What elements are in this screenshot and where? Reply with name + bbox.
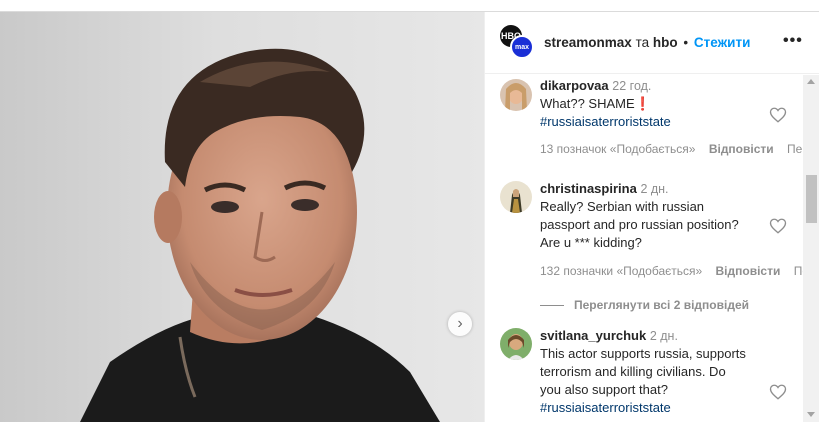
comment-body: christinaspirina 2 дн. Really? Serbian w… — [540, 180, 770, 252]
heart-icon[interactable] — [769, 217, 787, 235]
like-count[interactable]: 13 позначок «Подобається» — [540, 142, 695, 156]
chevron-right-icon: › — [457, 315, 463, 332]
author-username[interactable]: streamonmax — [544, 35, 632, 50]
avatar[interactable]: HBO max — [500, 25, 534, 59]
replies-divider — [540, 305, 564, 307]
comment-username[interactable]: dikarpovaa — [540, 78, 609, 93]
view-replies-button[interactable]: Переглянути всі 2 відповідей — [540, 298, 749, 312]
like-count[interactable]: 132 позначки «Подобається» — [540, 264, 702, 278]
avatar[interactable] — [500, 79, 532, 111]
instagram-post-modal: › HBO max streamonmax та hbo • Стежити •… — [0, 0, 819, 422]
heart-icon[interactable] — [769, 106, 787, 124]
reply-button[interactable]: Відповісти — [716, 264, 781, 278]
comment-time[interactable]: 22 год. — [612, 79, 651, 93]
avatar[interactable] — [500, 181, 532, 213]
comment-text-line: Are u *** kidding? — [540, 235, 642, 250]
hashtag-link[interactable]: #russiaisaterroriststate — [540, 400, 671, 415]
comment-time[interactable]: 2 дн. — [650, 329, 678, 343]
comment-item: dikarpovaa 22 год. What?? SHAME❗ #russia… — [485, 75, 803, 170]
hashtag-link[interactable]: #russiaisaterroriststate — [540, 114, 671, 129]
comment-username[interactable]: christinaspirina — [540, 181, 637, 196]
comment-meta: 132 позначки «Подобається» Відповісти Пе — [540, 264, 803, 278]
view-replies-label: Переглянути всі 2 відповідей — [574, 298, 749, 312]
coauthor-username[interactable]: hbo — [653, 35, 678, 50]
scroll-up-arrow-icon[interactable] — [807, 79, 815, 84]
exclamation-emoji: ❗ — [634, 96, 651, 111]
comment-text-line: Really? Serbian with russian — [540, 199, 705, 214]
comment-time[interactable]: 2 дн. — [640, 182, 668, 196]
post-author-line: streamonmax та hbo • Стежити — [544, 35, 750, 50]
more-options[interactable]: Пер — [787, 142, 803, 156]
separator-dot: • — [683, 35, 689, 50]
comment-meta: 13 позначок «Подобається» Відповісти Пер — [540, 142, 803, 156]
post-photo[interactable]: › — [0, 12, 484, 422]
comment-text: What?? SHAME — [540, 96, 635, 111]
comments-list: dikarpovaa 22 год. What?? SHAME❗ #russia… — [485, 75, 803, 422]
comment-text-line: This actor supports russia, supports — [540, 346, 746, 361]
more-options[interactable]: Пе — [794, 264, 803, 278]
scroll-down-arrow-icon[interactable] — [807, 412, 815, 417]
comment-username[interactable]: svitlana_yurchuk — [540, 328, 646, 343]
more-icon[interactable]: ••• — [783, 32, 803, 50]
portrait-image — [80, 48, 440, 422]
comment-text-line: passport and pro russian position? — [540, 217, 739, 232]
scrollbar-thumb[interactable] — [806, 175, 817, 223]
comment-item: christinaspirina 2 дн. Really? Serbian w… — [485, 178, 803, 318]
author-conjunction: та — [635, 35, 650, 50]
comment-text-line: you also support that? — [540, 382, 668, 397]
comment-body: svitlana_yurchuk 2 дн. This actor suppor… — [540, 327, 770, 417]
comments-scrollbar[interactable] — [803, 75, 819, 422]
post-header: HBO max streamonmax та hbo • Стежити ••• — [485, 12, 819, 74]
follow-button[interactable]: Стежити — [694, 35, 750, 50]
avatar[interactable] — [500, 328, 532, 360]
comment-text-line: terrorism and killing civilians. Do — [540, 364, 726, 379]
heart-icon[interactable] — [769, 383, 787, 401]
max-avatar: max — [510, 35, 534, 59]
reply-button[interactable]: Відповісти — [709, 142, 774, 156]
comment-item: svitlana_yurchuk 2 дн. This actor suppor… — [485, 325, 803, 422]
carousel-next-button[interactable]: › — [448, 312, 472, 336]
post-side-panel: HBO max streamonmax та hbo • Стежити ••• — [484, 12, 819, 422]
comment-body: dikarpovaa 22 год. What?? SHAME❗ #russia… — [540, 77, 770, 131]
